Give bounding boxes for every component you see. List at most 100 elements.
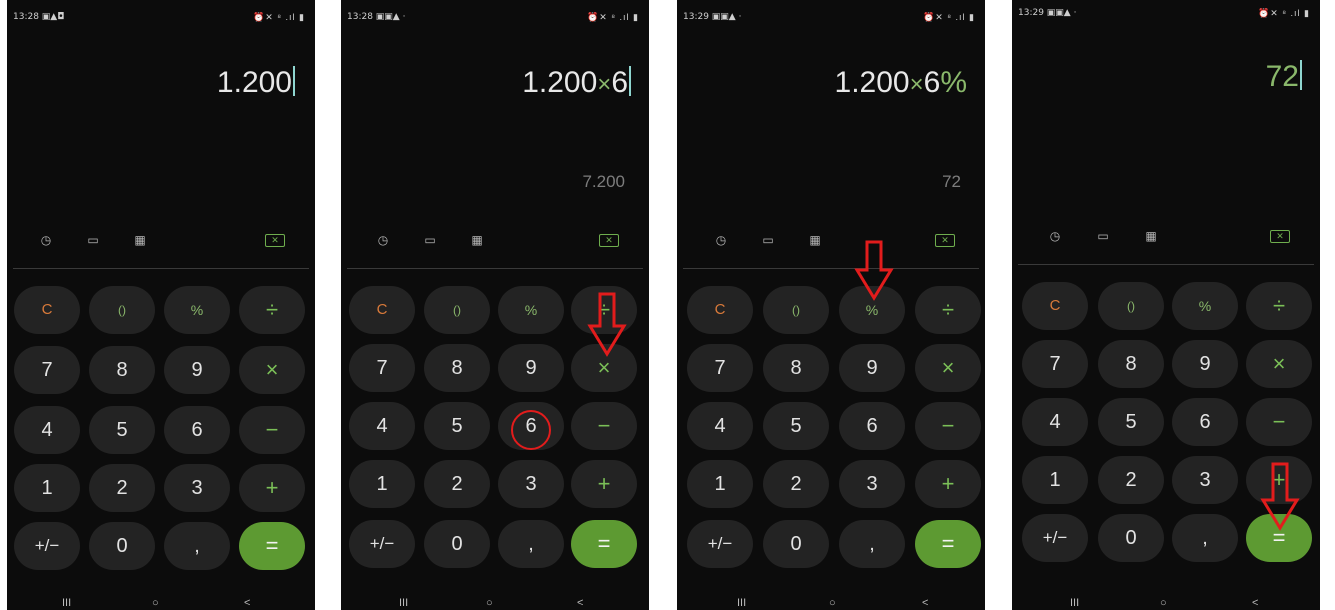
key-5[interactable]: 5 (89, 406, 155, 454)
key-minus[interactable]: − (571, 402, 637, 450)
key-negate[interactable]: +/− (14, 522, 80, 570)
key-2[interactable]: 2 (89, 464, 155, 512)
key-minus[interactable]: − (915, 402, 981, 450)
key-3[interactable]: 3 (498, 460, 564, 508)
key-4[interactable]: 4 (687, 402, 753, 450)
key-1[interactable]: 1 (1022, 456, 1088, 504)
key-clear[interactable]: C (687, 286, 753, 334)
ruler-icon[interactable]: ▭ (1094, 228, 1112, 244)
scientific-calc-icon[interactable]: ▦ (1142, 228, 1160, 244)
key-minus[interactable]: − (1246, 398, 1312, 446)
back-button[interactable]: < (922, 597, 928, 609)
key-5[interactable]: 5 (763, 402, 829, 450)
key-0[interactable]: 0 (1098, 514, 1164, 562)
home-button[interactable]: ○ (486, 597, 493, 609)
recents-button[interactable]: III (737, 597, 746, 609)
key-2[interactable]: 2 (1098, 456, 1164, 504)
scientific-calc-icon[interactable]: ▦ (806, 232, 824, 248)
key-5[interactable]: 5 (1098, 398, 1164, 446)
key-7[interactable]: 7 (687, 344, 753, 392)
recents-button[interactable]: III (62, 597, 71, 609)
ruler-icon[interactable]: ▭ (759, 232, 777, 248)
key-3[interactable]: 3 (1172, 456, 1238, 504)
key-6[interactable]: 6 (1172, 398, 1238, 446)
key-7[interactable]: 7 (14, 346, 80, 394)
home-button[interactable]: ○ (1160, 597, 1167, 609)
recents-button[interactable]: III (399, 597, 408, 609)
key-7[interactable]: 7 (349, 344, 415, 392)
key-multiply[interactable]: × (915, 344, 981, 392)
back-button[interactable]: < (1252, 597, 1258, 609)
key-9[interactable]: 9 (498, 344, 564, 392)
backspace-icon[interactable]: ✕ (599, 234, 619, 247)
key-9[interactable]: 9 (164, 346, 230, 394)
key-clear[interactable]: C (1022, 282, 1088, 330)
back-button[interactable]: < (244, 597, 250, 609)
key-multiply[interactable]: × (1246, 340, 1312, 388)
key-negate[interactable]: +/− (687, 520, 753, 568)
key-6[interactable]: 6 (839, 402, 905, 450)
backspace-icon[interactable]: ✕ (1270, 230, 1290, 243)
key-percent[interactable]: % (498, 286, 564, 334)
back-button[interactable]: < (577, 597, 583, 609)
key-divide[interactable]: ÷ (1246, 282, 1312, 330)
key-3[interactable]: 3 (839, 460, 905, 508)
key-equals[interactable]: = (571, 520, 637, 568)
key-1[interactable]: 1 (349, 460, 415, 508)
key-8[interactable]: 8 (89, 346, 155, 394)
key-plus[interactable]: + (239, 464, 305, 512)
key-8[interactable]: 8 (424, 344, 490, 392)
key-comma[interactable]: , (164, 522, 230, 570)
history-icon[interactable]: ◷ (712, 232, 730, 248)
key-4[interactable]: 4 (349, 402, 415, 450)
backspace-icon[interactable]: ✕ (265, 234, 285, 247)
key-clear[interactable]: C (349, 286, 415, 334)
history-icon[interactable]: ◷ (1046, 228, 1064, 244)
key-multiply[interactable]: × (239, 346, 305, 394)
home-button[interactable]: ○ (152, 597, 159, 609)
key-parentheses[interactable]: () (424, 286, 490, 334)
key-comma[interactable]: , (839, 520, 905, 568)
ruler-icon[interactable]: ▭ (84, 232, 102, 248)
key-1[interactable]: 1 (14, 464, 80, 512)
key-8[interactable]: 8 (1098, 340, 1164, 388)
key-negate[interactable]: +/− (349, 520, 415, 568)
history-icon[interactable]: ◷ (37, 232, 55, 248)
scientific-calc-icon[interactable]: ▦ (131, 232, 149, 248)
key-2[interactable]: 2 (763, 460, 829, 508)
key-equals[interactable]: = (239, 522, 305, 570)
expression-display[interactable]: 72 (1266, 60, 1302, 94)
key-parentheses[interactable]: () (89, 286, 155, 334)
key-negate[interactable]: +/− (1022, 514, 1088, 562)
expression-display[interactable]: 1.200×6 (522, 66, 631, 100)
expression-display[interactable]: 1.200 (217, 66, 295, 100)
scientific-calc-icon[interactable]: ▦ (468, 232, 486, 248)
key-divide[interactable]: ÷ (239, 286, 305, 334)
key-minus[interactable]: − (239, 406, 305, 454)
ruler-icon[interactable]: ▭ (421, 232, 439, 248)
key-3[interactable]: 3 (164, 464, 230, 512)
expression-display[interactable]: 1.200×6% (835, 66, 967, 100)
key-percent[interactable]: % (1172, 282, 1238, 330)
key-parentheses[interactable]: () (763, 286, 829, 334)
key-divide[interactable]: ÷ (915, 286, 981, 334)
key-comma[interactable]: , (498, 520, 564, 568)
key-0[interactable]: 0 (763, 520, 829, 568)
key-equals[interactable]: = (915, 520, 981, 568)
key-comma[interactable]: , (1172, 514, 1238, 562)
key-9[interactable]: 9 (1172, 340, 1238, 388)
key-0[interactable]: 0 (424, 520, 490, 568)
home-button[interactable]: ○ (829, 597, 836, 609)
key-4[interactable]: 4 (1022, 398, 1088, 446)
key-8[interactable]: 8 (763, 344, 829, 392)
backspace-icon[interactable]: ✕ (935, 234, 955, 247)
key-parentheses[interactable]: () (1098, 282, 1164, 330)
key-1[interactable]: 1 (687, 460, 753, 508)
key-clear[interactable]: C (14, 286, 80, 334)
history-icon[interactable]: ◷ (374, 232, 392, 248)
key-6[interactable]: 6 (164, 406, 230, 454)
key-plus[interactable]: + (915, 460, 981, 508)
key-0[interactable]: 0 (89, 522, 155, 570)
key-7[interactable]: 7 (1022, 340, 1088, 388)
key-9[interactable]: 9 (839, 344, 905, 392)
